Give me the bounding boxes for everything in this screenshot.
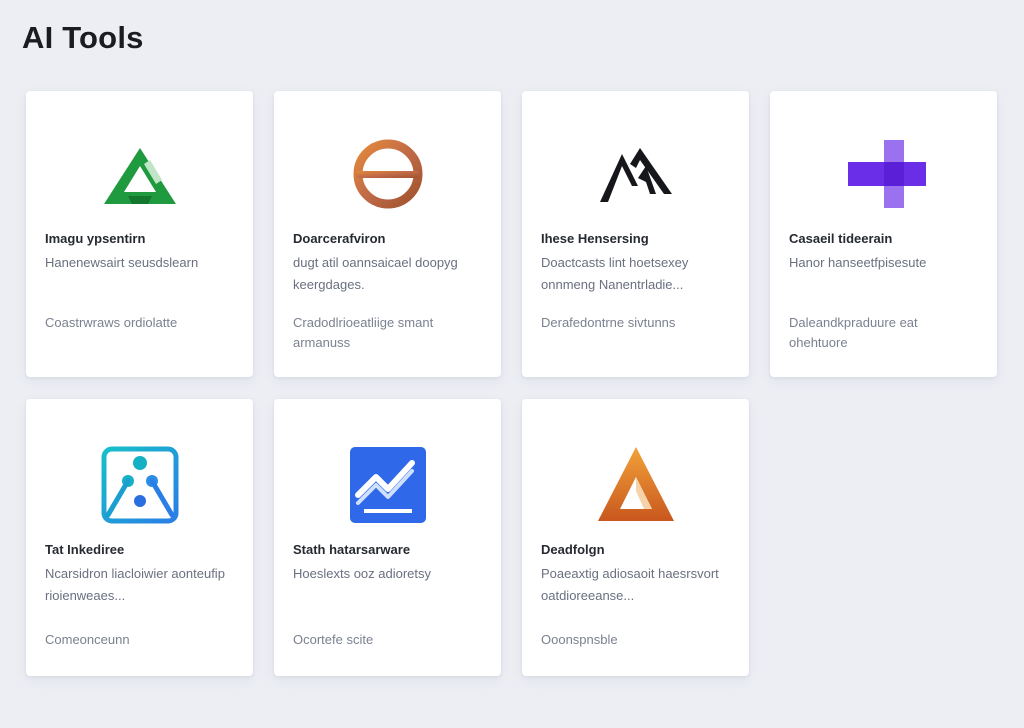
green-triangle-logo-icon (98, 134, 182, 214)
tool-name: Doarcerafviron (293, 231, 386, 246)
black-peaks-logo-icon (594, 134, 678, 214)
tool-card[interactable]: Doarcerafviron dugt atil oannsaicael doo… (274, 91, 501, 377)
tool-name: Stath hatarsarware (293, 542, 411, 557)
tool-meta: Coastrwraws ordiolatte (45, 315, 178, 330)
tool-meta: Comeonceunn (45, 632, 130, 647)
page-title: AI Tools (22, 20, 144, 55)
tool-description: Hanor hanseetfpisesute (789, 255, 927, 270)
orange-ring-logo-icon (346, 134, 430, 214)
tool-card[interactable]: Deadfolgn Poaeaxtig adiosaoit haesrsvort… (522, 399, 749, 676)
tool-card[interactable]: Ihese Hensersing Doactcasts lint hoetsex… (522, 91, 749, 377)
blue-chart-logo-icon (346, 445, 430, 525)
tool-name: Ihese Hensersing (541, 231, 649, 246)
tool-name: Tat Inkediree (45, 542, 125, 557)
orange-triangle-logo-icon (594, 445, 678, 525)
tool-meta: Daleandkpraduure eat ohehtuore (789, 315, 918, 350)
tool-name: Deadfolgn (541, 542, 605, 557)
tool-name: Casaeil tideerain (789, 231, 893, 246)
tools-grid: Imagu ypsentirn Hanenewsairt seusdslearn… (26, 91, 998, 676)
tool-description: Hoeslexts ooz adioretsy (293, 566, 432, 581)
tool-description: dugt atil oannsaicael doopyg keergdages. (293, 255, 458, 292)
tool-meta: Derafedontrne sivtunns (541, 315, 676, 330)
tool-meta: Ocortefe scite (293, 632, 374, 647)
tool-description: Ncarsidron liacloiwier aonteufip rioienw… (45, 566, 225, 603)
tool-meta: Cradodlrioeatliige smant armanuss (293, 315, 434, 350)
tool-card[interactable]: Imagu ypsentirn Hanenewsairt seusdslearn… (26, 91, 253, 377)
tool-description: Doactcasts lint hoetsexey onnmeng Nanent… (541, 255, 689, 292)
tool-description: Hanenewsairt seusdslearn (45, 255, 199, 270)
tool-card[interactable]: Stath hatarsarware Hoeslexts ooz adioret… (274, 399, 501, 676)
purple-blocks-logo-icon (842, 134, 926, 214)
tool-card[interactable]: Tat Inkediree Ncarsidron liacloiwier aon… (26, 399, 253, 676)
tool-card[interactable]: Casaeil tideerain Hanor hanseetfpisesute… (770, 91, 997, 377)
tool-name: Imagu ypsentirn (45, 231, 146, 246)
tool-meta: Ooonspnsble (541, 632, 618, 647)
tool-description: Poaeaxtig adiosaoit haesrsvort oatdioree… (541, 566, 719, 603)
teal-nodes-logo-icon (98, 445, 182, 525)
